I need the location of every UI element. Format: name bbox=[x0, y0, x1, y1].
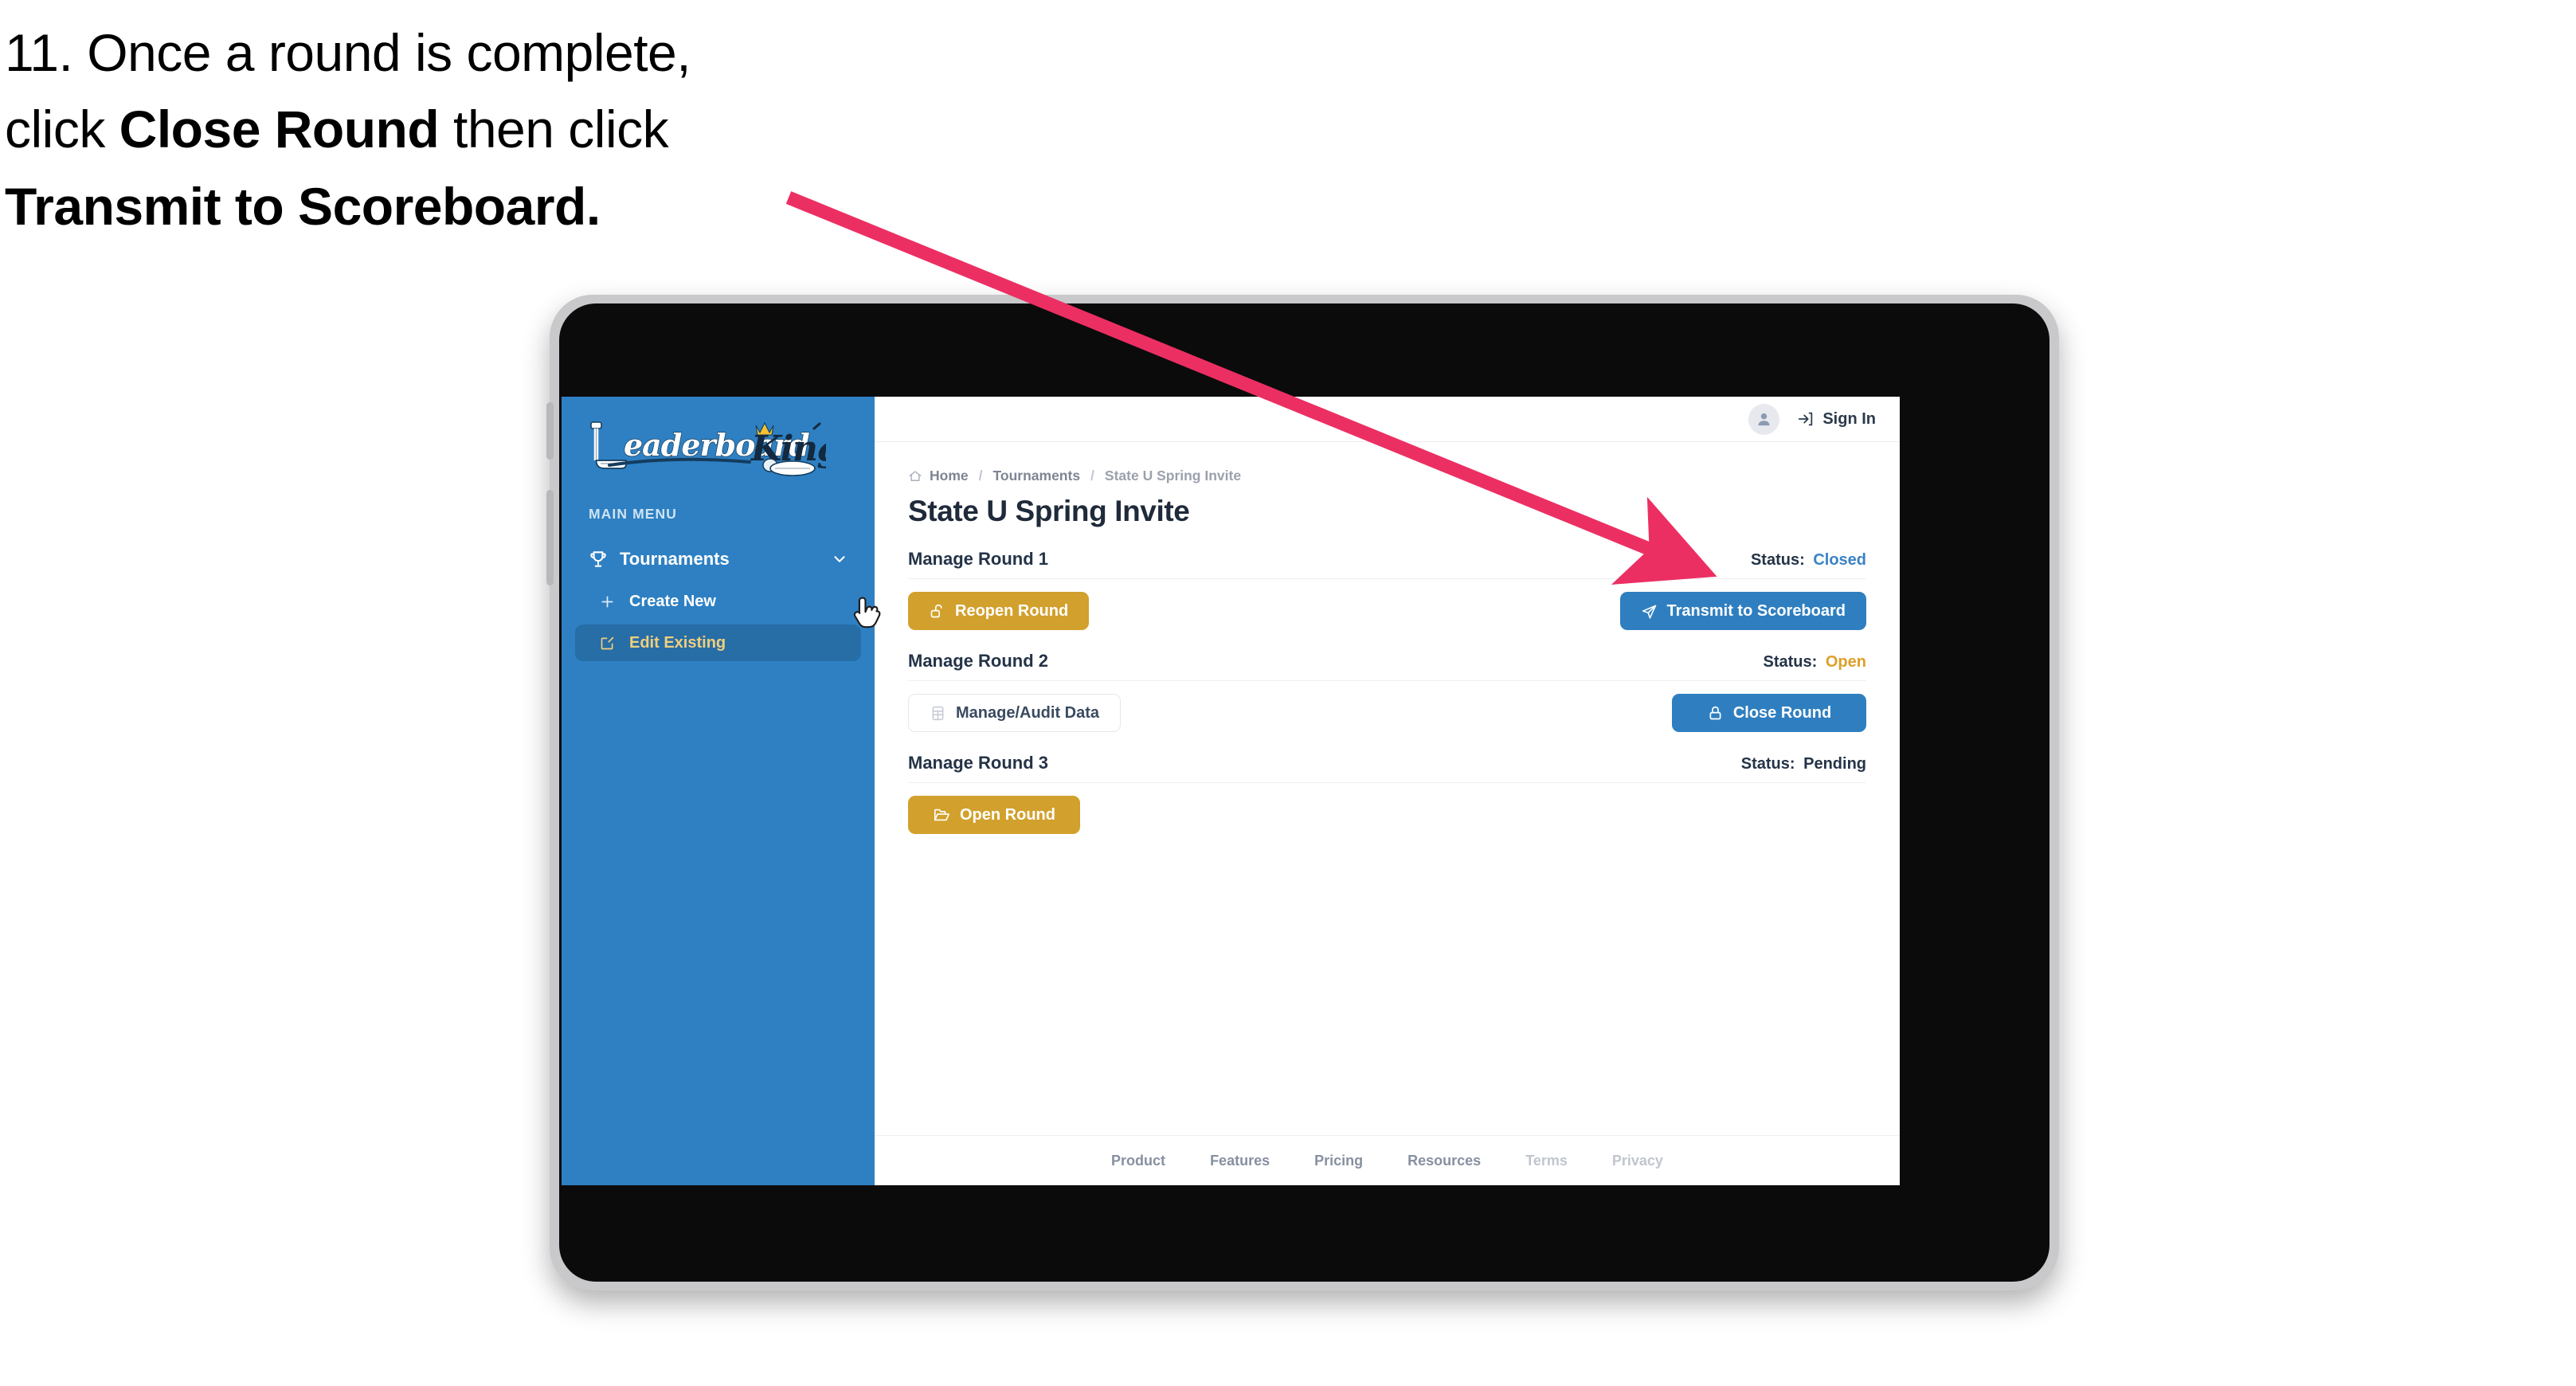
footer-link-pricing[interactable]: Pricing bbox=[1314, 1153, 1363, 1169]
breadcrumb-item-home[interactable]: Home bbox=[930, 468, 969, 484]
round-2-actions: Manage/Audit Data Close Round bbox=[908, 694, 1866, 732]
round-1-header: Manage Round 1 Status: Closed bbox=[908, 549, 1866, 579]
content-area: Home / Tournaments / State U Spring Invi… bbox=[875, 442, 1900, 1135]
round-3-title: Manage Round 3 bbox=[908, 753, 1049, 773]
breadcrumb-item-current: State U Spring Invite bbox=[1104, 468, 1242, 484]
plus-icon bbox=[599, 593, 620, 610]
user-avatar-icon[interactable] bbox=[1748, 403, 1780, 435]
instruction-close-round-emphasis: Close Round bbox=[119, 100, 440, 159]
round-2-header: Manage Round 2 Status: Open bbox=[908, 651, 1866, 681]
page-title: State U Spring Invite bbox=[908, 495, 1190, 527]
sign-in-label: Sign In bbox=[1822, 409, 1876, 428]
edit-pencil-icon bbox=[599, 635, 620, 652]
breadcrumb: Home / Tournaments / State U Spring Invi… bbox=[908, 468, 1866, 484]
open-round-button[interactable]: Open Round bbox=[908, 796, 1080, 834]
round-1-status-value: Closed bbox=[1813, 551, 1866, 569]
leaderboardking-logo-icon: eaderboard King bbox=[590, 421, 826, 476]
instruction-transmit-emphasis: Transmit to Scoreboard. bbox=[5, 176, 601, 236]
sidebar-item-edit-existing[interactable]: Edit Existing bbox=[575, 624, 861, 661]
round-2-status: Status: Open bbox=[1764, 653, 1866, 671]
sidebar-section-label: MAIN MENU bbox=[589, 506, 678, 522]
sidebar-nav-group: Tournaments Create New Edit Existing bbox=[562, 540, 875, 661]
footer-link-features[interactable]: Features bbox=[1210, 1153, 1270, 1169]
round-block-3: Manage Round 3 Status: Pending Open Roun… bbox=[908, 753, 1866, 834]
transmit-to-scoreboard-label: Transmit to Scoreboard bbox=[1666, 601, 1846, 620]
round-3-status-value: Pending bbox=[1803, 755, 1866, 773]
top-bar: Sign In bbox=[875, 397, 1900, 442]
footer-link-resources[interactable]: Resources bbox=[1407, 1153, 1481, 1169]
sidebar-item-tournaments[interactable]: Tournaments bbox=[575, 540, 861, 578]
breadcrumb-item-tournaments[interactable]: Tournaments bbox=[993, 468, 1081, 484]
open-round-label: Open Round bbox=[960, 805, 1055, 824]
breadcrumb-separator: / bbox=[978, 468, 983, 484]
round-1-status-label: Status: bbox=[1750, 551, 1805, 569]
login-arrow-icon bbox=[1797, 410, 1815, 428]
tablet-volume-button bbox=[546, 402, 554, 460]
sidebar: eaderboard King MAIN MENU bbox=[562, 397, 875, 1185]
instruction-line-1: 11. Once a round is complete, bbox=[5, 23, 691, 82]
instruction-caption: 11. Once a round is complete, click Clos… bbox=[5, 14, 897, 245]
instruction-line-2-pre: click bbox=[5, 100, 119, 159]
close-round-button[interactable]: Close Round bbox=[1672, 694, 1866, 732]
instruction-line-2-post: then click bbox=[439, 100, 669, 159]
table-grid-icon bbox=[930, 705, 946, 722]
round-2-title: Manage Round 2 bbox=[908, 651, 1049, 671]
breadcrumb-separator: / bbox=[1090, 468, 1094, 484]
instruction-line-3: Transmit to Scoreboard. bbox=[5, 168, 897, 245]
footer-link-product[interactable]: Product bbox=[1111, 1153, 1165, 1169]
round-2-status-label: Status: bbox=[1763, 653, 1818, 671]
round-block-2: Manage Round 2 Status: Open Manage/Audit… bbox=[908, 651, 1866, 732]
chevron-down-icon[interactable] bbox=[831, 550, 848, 568]
footer-nav: Product Features Pricing Resources Terms… bbox=[875, 1135, 1900, 1185]
sign-in-button[interactable]: Sign In bbox=[1797, 410, 1876, 429]
round-block-1: Manage Round 1 Status: Closed Reopen Rou… bbox=[908, 549, 1866, 630]
close-round-label: Close Round bbox=[1732, 703, 1832, 722]
tablet-power-button bbox=[546, 490, 554, 585]
instruction-line-2: click Close Round then click bbox=[5, 91, 897, 167]
round-3-status-label: Status: bbox=[1740, 755, 1795, 773]
round-1-title: Manage Round 1 bbox=[908, 549, 1049, 569]
lock-closed-icon bbox=[1707, 705, 1724, 722]
footer-link-privacy[interactable]: Privacy bbox=[1612, 1153, 1663, 1169]
transmit-to-scoreboard-button[interactable]: Transmit to Scoreboard bbox=[1619, 592, 1866, 630]
paper-plane-icon bbox=[1641, 603, 1658, 620]
sidebar-item-tournaments-label: Tournaments bbox=[620, 549, 730, 569]
reopen-round-label: Reopen Round bbox=[955, 601, 1069, 620]
trophy-icon bbox=[588, 549, 612, 570]
round-1-status: Status: Closed bbox=[1751, 551, 1866, 570]
open-folder-icon bbox=[933, 806, 950, 824]
round-1-actions: Reopen Round Transmit to Scoreboard bbox=[908, 592, 1866, 630]
round-3-status: Status: Pending bbox=[1741, 755, 1866, 773]
app-viewport: eaderboard King MAIN MENU bbox=[562, 397, 1900, 1185]
sidebar-item-create-new-label: Create New bbox=[629, 592, 716, 610]
round-2-status-value: Open bbox=[1825, 653, 1866, 671]
app-logo[interactable]: eaderboard King bbox=[562, 397, 875, 478]
main-panel: Sign In Home / Tournaments / State U Spr… bbox=[875, 397, 1900, 1185]
home-icon[interactable] bbox=[908, 469, 922, 484]
footer-link-terms[interactable]: Terms bbox=[1525, 1153, 1568, 1169]
unlock-icon bbox=[929, 603, 945, 620]
sidebar-item-edit-existing-label: Edit Existing bbox=[629, 633, 726, 652]
round-3-actions: Open Round bbox=[908, 796, 1866, 834]
manage-audit-data-label: Manage/Audit Data bbox=[956, 703, 1100, 722]
reopen-round-button[interactable]: Reopen Round bbox=[908, 592, 1090, 630]
manage-audit-data-button[interactable]: Manage/Audit Data bbox=[908, 694, 1122, 732]
round-3-header: Manage Round 3 Status: Pending bbox=[908, 753, 1866, 783]
sidebar-item-create-new[interactable]: Create New bbox=[575, 583, 861, 620]
